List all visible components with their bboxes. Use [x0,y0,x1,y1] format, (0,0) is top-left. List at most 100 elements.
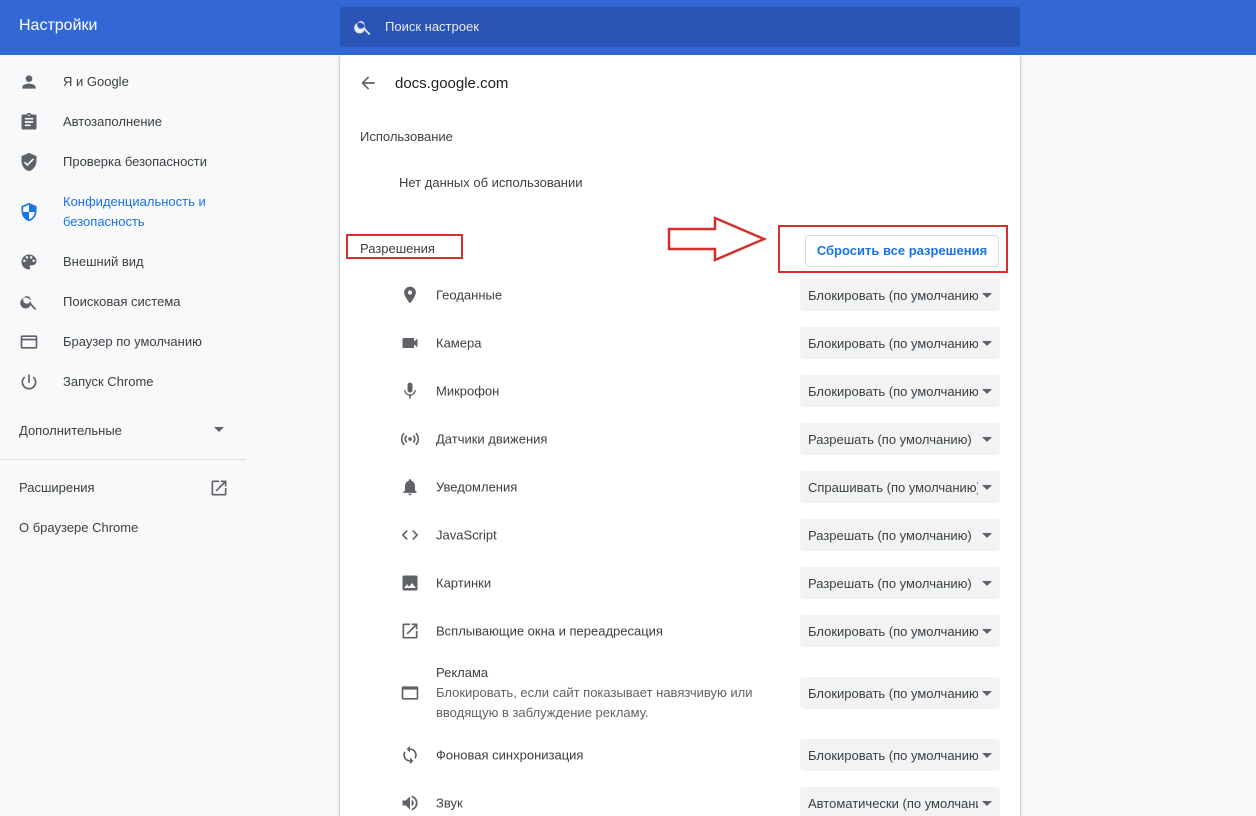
sidebar-item-label: Проверка безопасности [63,154,208,169]
annotation-arrow-icon [667,216,767,262]
permission-row-javascript: JavaScript Разрешать (по умолчанию) [340,518,1020,552]
sidebar-item-safety-check[interactable]: Проверка безопасности [0,142,246,182]
permission-row-images: Картинки Разрешать (по умолчанию) [340,566,1020,600]
permission-label: Камера [436,335,482,351]
permission-row-camera: Камера Блокировать (по умолчанию) [340,326,1020,360]
permission-value: Блокировать (по умолчанию) [808,288,978,303]
permission-value: Блокировать (по умолчанию) [808,336,978,351]
dropdown-arrow-icon [982,341,992,346]
top-bar: Настройки Поиск настроек [0,0,1256,55]
sidebar-item-appearance[interactable]: Внешний вид [0,242,246,282]
permission-select[interactable]: Блокировать (по умолчанию) [800,677,1000,709]
permission-label: Уведомления [436,479,518,495]
permission-label: Всплывающие окна и переадресация [436,623,663,639]
dropdown-arrow-icon [982,691,992,696]
search-icon [20,296,37,310]
permission-row-motion-sensors: Датчики движения Разрешать (по умолчанию… [340,422,1020,456]
permission-select[interactable]: Разрешать (по умолчанию) [800,519,1000,551]
permission-label: Картинки [436,575,492,591]
person-icon [22,75,36,89]
permission-row-ads: Реклама Блокировать, если сайт показывае… [340,662,1020,724]
dropdown-arrow-icon [982,581,992,586]
annotation-box-permissions [346,234,463,259]
permission-label: Геоданные [436,287,503,303]
permission-row-location: Геоданные Блокировать (по умолчанию) [340,278,1020,312]
sidebar-item-search-engine[interactable]: Поисковая система [0,282,246,322]
ads-window-icon [401,686,419,700]
permission-label: Фоновая синхронизация [436,747,584,763]
power-icon [21,374,37,390]
palette-icon [21,254,37,270]
permission-value: Спрашивать (по умолчанию) [808,480,978,495]
camera-icon [402,338,418,348]
sidebar-item-default-browser[interactable]: Браузер по умолчанию [0,322,246,362]
site-title: docs.google.com [395,75,509,92]
dropdown-arrow-icon [982,437,992,442]
permission-value: Разрешать (по умолчанию) [808,576,972,591]
permission-value: Блокировать (по умолчанию) [808,624,978,639]
dropdown-arrow-icon [982,485,992,490]
permission-select[interactable]: Блокировать (по умолчанию) [800,327,1000,359]
sidebar-item-about-chrome[interactable]: О браузере Chrome [19,520,138,535]
permission-label-block: Реклама Блокировать, если сайт показывае… [436,663,776,723]
dropdown-arrow-icon [982,533,992,538]
dropdown-arrow-icon [982,801,992,806]
permission-value: Блокировать (по умолчанию) [808,686,978,701]
sidebar-item-label: Конфиденциальность и безопасность [63,194,206,229]
sidebar-item-on-startup[interactable]: Запуск Chrome [0,362,246,402]
permission-select[interactable]: Блокировать (по умолчанию) [800,739,1000,771]
open-external-icon [402,623,418,639]
sidebar-divider [0,459,246,460]
advanced-toggle[interactable]: Дополнительные [19,423,122,438]
permission-select[interactable]: Блокировать (по умолчанию) [800,615,1000,647]
location-pin-icon [404,286,416,304]
open-external-icon[interactable] [209,478,229,498]
dropdown-arrow-icon [982,293,992,298]
sidebar-item-you-and-google[interactable]: Я и Google [0,62,246,102]
image-icon [402,575,418,591]
search-input[interactable]: Поиск настроек [340,7,1020,47]
shield-check-icon [21,152,37,172]
permission-select[interactable]: Блокировать (по умолчанию) [800,279,1000,311]
sidebar-item-label: Внешний вид [63,254,144,269]
sidebar-item-label: Запуск Chrome [63,374,154,389]
permission-value: Разрешать (по умолчанию) [808,432,972,447]
permission-select[interactable]: Спрашивать (по умолчанию) [800,471,1000,503]
permission-label: Микрофон [436,383,500,399]
sidebar-item-privacy[interactable]: Конфиденциальность и безопасность [0,182,246,242]
permission-sublabel: Блокировать, если сайт показывает навязч… [436,685,753,720]
sidebar-item-label: Поисковая система [63,294,181,309]
sidebar-item-autofill[interactable]: Автозаполнение [0,102,246,142]
usage-heading: Использование [360,129,453,144]
permission-select[interactable]: Автоматически (по умолчанию) [800,787,1000,816]
search-icon [354,21,371,35]
site-settings-card: docs.google.com Использование Нет данных… [340,55,1020,816]
dropdown-arrow-icon [982,753,992,758]
sensors-icon [400,432,420,446]
permission-value: Автоматически (по умолчанию) [808,796,978,811]
permission-select[interactable]: Разрешать (по умолчанию) [800,567,1000,599]
back-arrow-icon[interactable] [358,73,378,93]
sync-icon [403,745,417,765]
clipboard-icon [21,112,37,130]
permission-row-notifications: Уведомления Спрашивать (по умолчанию) [340,470,1020,504]
app-title: Настройки [19,17,98,34]
search-placeholder: Поиск настроек [385,19,479,34]
bell-icon [403,479,417,496]
dropdown-arrow-icon [982,629,992,634]
permission-row-sound: Звук Автоматически (по умолчанию) [340,786,1020,816]
permission-row-background-sync: Фоновая синхронизация Блокировать (по ум… [340,738,1020,772]
dropdown-arrow-icon [982,389,992,394]
sidebar-item-extensions[interactable]: Расширения [19,480,95,495]
microphone-icon [404,382,416,399]
annotation-box-reset [778,225,1008,273]
permission-select[interactable]: Разрешать (по умолчанию) [800,423,1000,455]
permission-select[interactable]: Блокировать (по умолчанию) [800,375,1000,407]
volume-icon [402,795,418,811]
code-icon [401,530,419,540]
permission-value: Блокировать (по умолчанию) [808,748,978,763]
sidebar-item-label: Автозаполнение [63,114,163,129]
chevron-down-icon[interactable] [214,427,224,432]
permission-value: Разрешать (по умолчанию) [808,528,972,543]
sidebar-item-label: Браузер по умолчанию [63,334,202,349]
